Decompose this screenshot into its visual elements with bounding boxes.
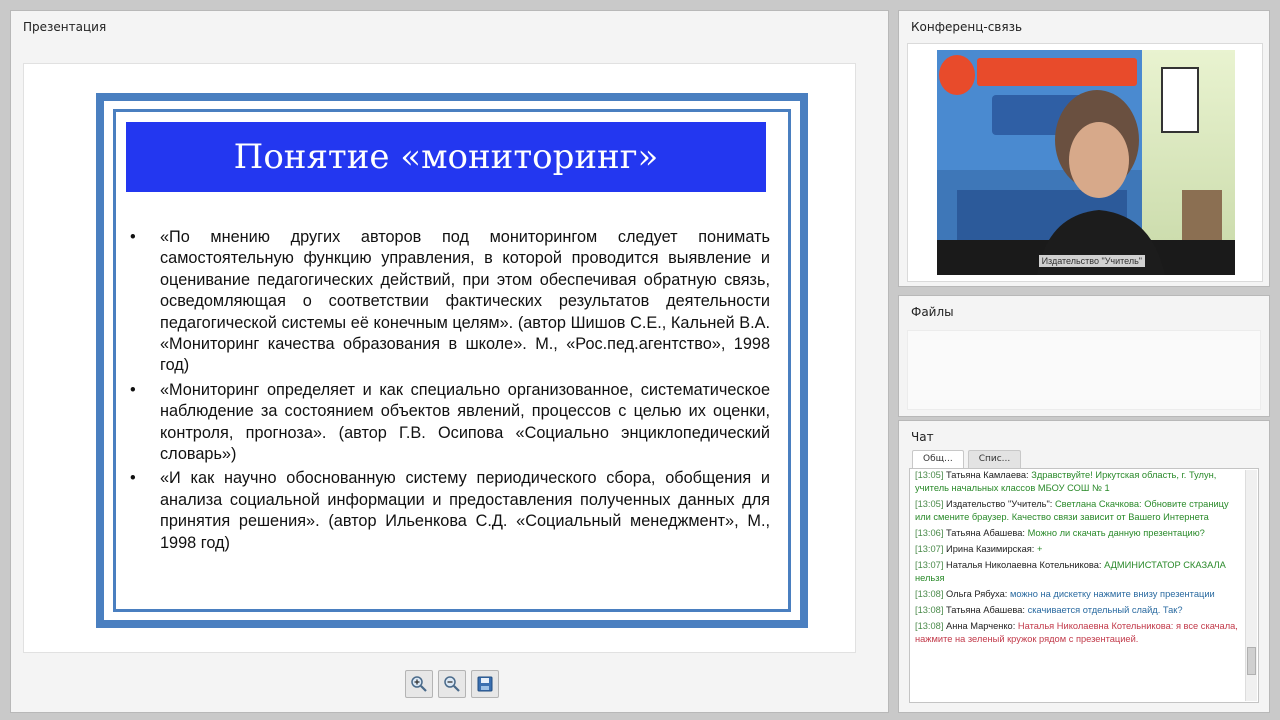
message-author: Ирина Казимирская: — [946, 544, 1035, 554]
message-time: [13:08] — [915, 621, 944, 631]
zoom-in-button[interactable] — [405, 670, 433, 698]
message-time: [13:05] — [915, 470, 944, 480]
chat-messages-area[interactable]: [13:05] Татьяна Камлаева: Здравствуйте! … — [909, 468, 1259, 703]
message-time: [13:08] — [915, 605, 944, 615]
video-stream[interactable]: Издательство "Учитель" — [937, 50, 1235, 275]
chat-message: [13:05] Татьяна Камлаева: Здравствуйте! … — [915, 469, 1240, 495]
message-text: скачивается отдельный слайд. Так? — [1024, 605, 1183, 615]
chat-message: [13:07] Наталья Николаевна Котельникова:… — [915, 559, 1240, 585]
bullet-marker: • — [130, 380, 136, 399]
chat-message-list: [13:05] Татьяна Камлаева: Здравствуйте! … — [915, 469, 1240, 649]
chat-message: [13:05] Издательство "Учитель": Светлана… — [915, 498, 1240, 524]
message-time: [13:06] — [915, 528, 944, 538]
save-icon — [477, 676, 493, 692]
chat-title: Чат — [911, 430, 934, 444]
save-button[interactable] — [471, 670, 499, 698]
conference-title: Конференц-связь — [911, 20, 1023, 34]
bullet-marker: • — [130, 469, 136, 488]
slide: Понятие «мониторинг» • «По мнению других… — [96, 93, 808, 628]
message-author: Татьяна Камлаева: — [946, 470, 1029, 480]
presentation-panel: Презентация Понятие «мониторинг» • «По м… — [10, 10, 889, 713]
files-title: Файлы — [911, 305, 954, 319]
conference-panel: Конференц-связь Издательство "Учитель" — [898, 10, 1270, 287]
slide-body: • «По мнению других авторов под монитори… — [130, 227, 770, 557]
message-author: Наталья Николаевна Котельникова: — [946, 560, 1102, 570]
presentation-title: Презентация — [23, 20, 107, 34]
message-time: [13:07] — [915, 560, 944, 570]
message-author: Издательство "Учитель": — [946, 499, 1053, 509]
scrollbar-thumb[interactable] — [1247, 647, 1256, 675]
video-participant-label: Издательство "Учитель" — [1038, 255, 1145, 267]
message-author: Татьяна Абашева: — [946, 528, 1025, 538]
tab-general[interactable]: Общ... — [912, 450, 964, 468]
message-time: [13:07] — [915, 544, 944, 554]
files-panel: Файлы — [898, 295, 1270, 417]
chat-tabs: Общ... Спис... — [912, 450, 1022, 468]
bullet-marker: • — [130, 228, 136, 246]
message-author: Татьяна Абашева: — [946, 605, 1025, 615]
files-list[interactable] — [907, 330, 1261, 410]
message-text: + — [1034, 544, 1043, 554]
chat-message: [13:07] Ирина Казимирская: + — [915, 543, 1240, 556]
message-author: Ольга Рябуха: — [946, 589, 1008, 599]
chat-scrollbar[interactable] — [1245, 470, 1257, 701]
message-time: [13:05] — [915, 499, 944, 509]
video-container: Издательство "Учитель" — [907, 43, 1263, 282]
bullet-text: «И как научно обоснованную систему перио… — [160, 469, 770, 552]
video-frame-icon — [937, 50, 1235, 275]
chat-message: [13:08] Ольга Рябуха: можно на дискетку … — [915, 588, 1240, 601]
zoom-out-button[interactable] — [438, 670, 466, 698]
chat-panel: Чат Общ... Спис... [13:05] Татьяна Камла… — [898, 420, 1270, 713]
presentation-toolbar — [405, 670, 499, 698]
chat-message: [13:06] Татьяна Абашева: Можно ли скачат… — [915, 527, 1240, 540]
slide-bullet: • «По мнению других авторов под монитори… — [130, 227, 770, 377]
slide-bullet: • «И как научно обоснованную систему пер… — [130, 468, 770, 554]
message-text: Можно ли скачать данную презентацию? — [1024, 528, 1205, 538]
message-author: Анна Марченко: — [946, 621, 1016, 631]
slide-bullet: • «Мониторинг определяет и как специальн… — [130, 380, 770, 466]
tab-participants[interactable]: Спис... — [967, 450, 1022, 468]
message-text: можно на дискетку нажмите внизу презента… — [1007, 589, 1215, 599]
zoom-in-icon — [411, 676, 427, 692]
zoom-out-icon — [444, 676, 460, 692]
slide-heading: Понятие «мониторинг» — [126, 122, 766, 192]
slide-viewport: Понятие «мониторинг» • «По мнению других… — [23, 63, 856, 653]
bullet-text: «Мониторинг определяет и как специально … — [160, 380, 770, 464]
bullet-text: «По мнению других авторов под мониторинг… — [160, 228, 770, 375]
chat-message: [13:08] Анна Марченко: Наталья Николаевн… — [915, 620, 1240, 646]
chat-message: [13:08] Татьяна Абашева: скачивается отд… — [915, 604, 1240, 617]
message-time: [13:08] — [915, 589, 944, 599]
